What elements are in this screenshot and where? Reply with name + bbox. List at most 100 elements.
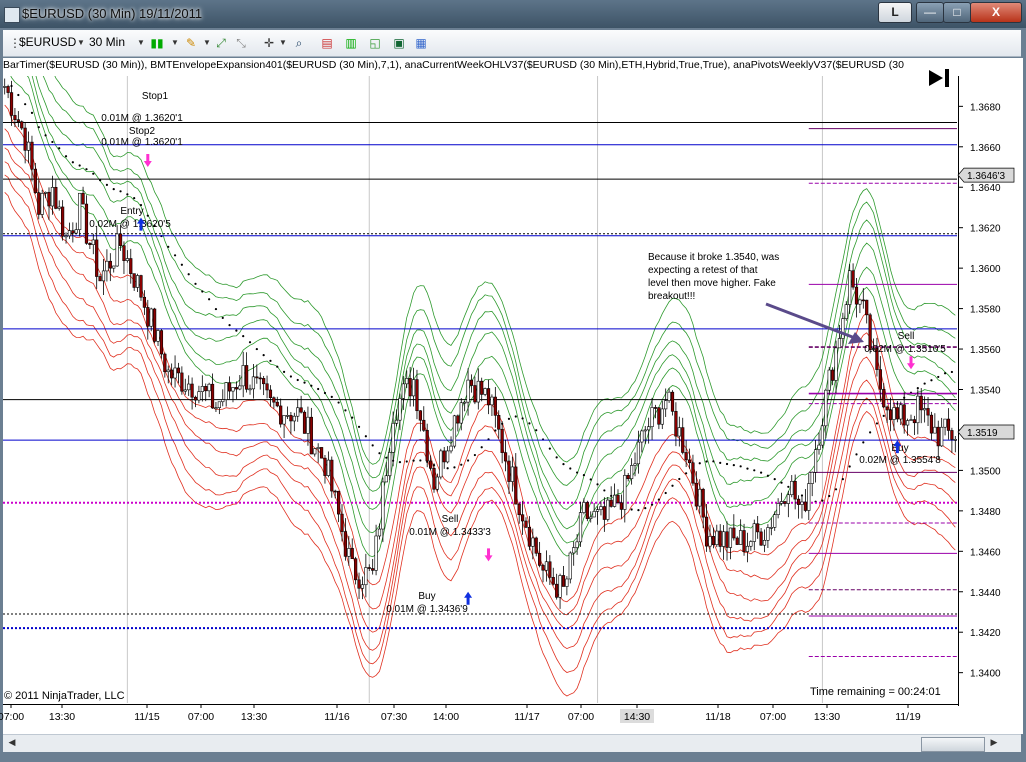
average-dot: [657, 498, 660, 501]
candle-body: [67, 230, 72, 237]
average-dot: [269, 359, 272, 362]
average-dot: [746, 467, 749, 470]
candle-body: [309, 416, 313, 455]
average-dot: [351, 416, 354, 419]
candle-body: [122, 245, 126, 261]
scroll-left-icon[interactable]: ◀: [5, 737, 19, 750]
candle-body: [592, 511, 596, 518]
candle-body: [834, 347, 838, 381]
candle-body: [207, 383, 211, 392]
candle-body: [503, 452, 508, 462]
candle-body: [595, 509, 600, 512]
candle-body: [452, 415, 457, 447]
candle-body: [735, 537, 739, 545]
candle-body: [715, 530, 719, 545]
lower-envelope-band: [4, 161, 956, 651]
candle-body: [415, 379, 419, 412]
candle-body: [210, 383, 215, 409]
candle-body: [565, 578, 569, 587]
candle-body: [268, 389, 273, 398]
candle-body: [589, 516, 593, 519]
price-chart[interactable]: Stop10.01M @ 1.3620'1Stop20.01M @ 1.3620…: [0, 0, 1026, 762]
candle-body: [245, 365, 249, 390]
candle-body: [704, 516, 709, 547]
average-dot: [126, 193, 129, 196]
average-dot: [698, 462, 701, 465]
candle-body: [40, 193, 44, 215]
buy-arrow: [464, 591, 473, 605]
candle-body: [47, 191, 51, 207]
candle-body: [739, 530, 743, 545]
candle-body: [742, 530, 746, 552]
candle-body: [323, 457, 327, 476]
candle-body: [81, 192, 85, 205]
candle-body: [214, 407, 218, 409]
scroll-thumb[interactable]: [921, 737, 985, 752]
average-dot: [378, 452, 381, 455]
candle-body: [37, 192, 41, 215]
average-dot: [364, 435, 367, 438]
candle-body: [227, 382, 232, 392]
candle-body: [371, 568, 375, 571]
candle-body: [156, 330, 160, 342]
candle-body: [609, 499, 613, 507]
candle-body: [694, 482, 698, 507]
candle-body: [221, 399, 225, 403]
average-dot: [146, 214, 149, 217]
candle-body: [279, 405, 283, 425]
average-dot: [235, 329, 238, 332]
candle-body: [796, 498, 801, 505]
candle-body: [43, 191, 48, 194]
candle-body: [933, 426, 937, 434]
candle-body: [391, 422, 395, 453]
horizontal-scrollbar[interactable]: ◀ ▶: [3, 734, 1021, 753]
average-dot: [30, 111, 34, 115]
candle-body: [394, 419, 399, 424]
candle-body: [814, 449, 818, 473]
candle-body: [909, 419, 913, 421]
average-dot: [78, 164, 81, 167]
candle-body: [347, 548, 351, 557]
candle-body: [146, 307, 150, 327]
average-dot: [17, 93, 20, 97]
candle-body: [892, 407, 896, 420]
candle-body: [289, 415, 293, 422]
candle-body: [285, 415, 290, 417]
candle-body: [762, 539, 767, 546]
average-dot: [201, 290, 204, 293]
scroll-right-icon[interactable]: ▶: [987, 737, 1001, 750]
candle-body: [234, 387, 238, 390]
average-dot: [119, 190, 122, 193]
candle-body: [364, 567, 368, 586]
candle-body: [190, 383, 194, 398]
candle-body: [643, 429, 647, 432]
average-dot: [882, 414, 885, 417]
lower-envelope-band: [4, 192, 956, 697]
annotation-text: expecting a retest of that: [648, 265, 758, 276]
candle-body: [483, 388, 487, 395]
average-dot: [950, 370, 953, 374]
average-dot: [92, 172, 95, 175]
candle-body: [476, 380, 480, 403]
candle-body: [170, 369, 174, 379]
candle-body: [428, 460, 433, 469]
candle-body: [623, 475, 627, 510]
candle-body: [350, 548, 354, 560]
average-dot: [576, 471, 579, 474]
average-dot: [589, 478, 592, 481]
time-axis[interactable]: [3, 704, 958, 733]
candle-body: [653, 407, 658, 409]
candle-body: [183, 389, 187, 392]
trade-label: Stop2: [129, 126, 156, 137]
jump-to-end-icon[interactable]: [929, 70, 943, 86]
candle-body: [575, 541, 579, 548]
price-axis[interactable]: [958, 76, 1021, 706]
average-dot: [44, 134, 47, 137]
candle-body: [129, 258, 133, 274]
candle-body: [23, 127, 27, 151]
candle-body: [684, 452, 688, 461]
candle-body: [670, 391, 675, 412]
candle-body: [357, 579, 361, 589]
candle-body: [6, 86, 10, 93]
average-dot: [323, 391, 327, 395]
